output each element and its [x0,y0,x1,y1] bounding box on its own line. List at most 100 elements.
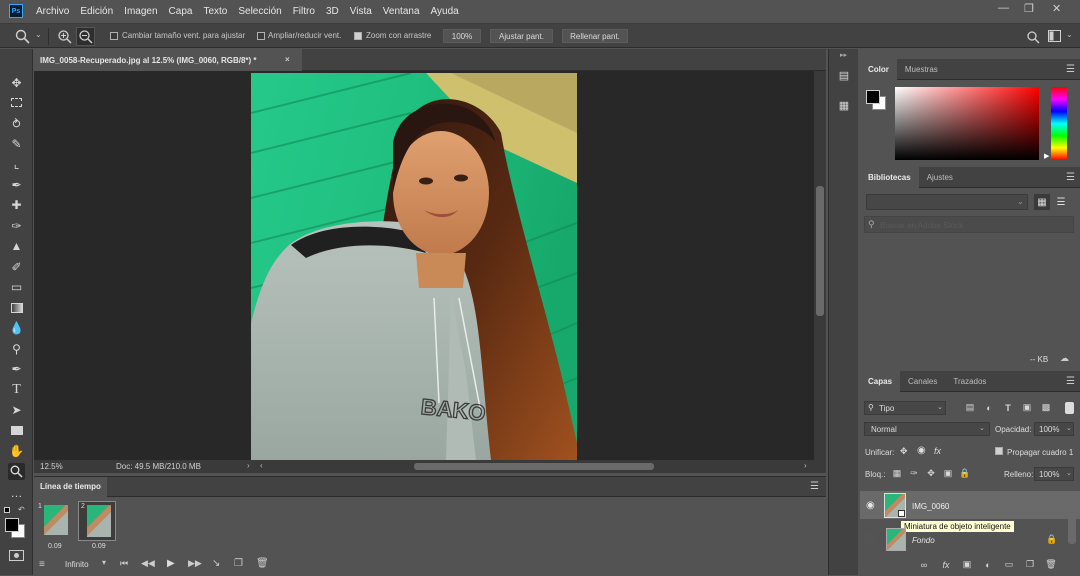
adjustment-filter-icon[interactable]: ◐ [982,401,996,414]
zoom-all-windows-checkbox[interactable] [257,32,265,40]
canvas-area[interactable]: BAKO [34,71,814,460]
new-layer-icon[interactable]: ❐ [1023,558,1037,571]
move-tool-icon[interactable]: ✥ [8,74,25,91]
opacity-input[interactable]: 100% ⌄ [1034,422,1074,436]
zoom-out-button[interactable] [76,27,95,46]
more-tools-icon[interactable]: … [8,484,25,501]
link-layers-icon[interactable]: ∞ [917,558,931,571]
vertical-scroll-thumb[interactable] [816,186,824,316]
document-canvas[interactable]: BAKO [251,73,577,460]
menu-3d[interactable]: 3D [321,6,345,17]
foreground-color-chip[interactable] [866,90,880,104]
collapse-dock-icon[interactable]: ▸▸ [840,51,847,59]
tab-color[interactable]: Color [860,58,897,80]
pixel-filter-icon[interactable]: ▤ [963,401,977,414]
default-colors-icon[interactable] [4,507,10,513]
timeline-menu-icon[interactable]: ☰ [810,481,819,492]
layer-row-img-0060[interactable]: ◉ IMG_0060 [860,491,1080,519]
properties-panel-icon[interactable]: ▦ [835,96,853,114]
menu-vista[interactable]: Vista [345,6,378,17]
blur-tool-icon[interactable]: 💧 [8,319,25,336]
cloud-sync-icon[interactable]: ☁ [1060,353,1069,364]
frame-delay[interactable]: 0.09 [92,543,106,550]
visibility-eye-icon[interactable]: ◉ [866,500,875,511]
chevron-down-icon[interactable]: ⌄ [35,30,42,39]
fill-screen-button[interactable]: Rellenar pant. [562,29,628,43]
loop-options[interactable]: Infinito [65,560,89,569]
previous-frame-icon[interactable]: ◀◀ [141,558,155,569]
add-layer-style-icon[interactable]: fx [939,558,953,571]
list-view-icon[interactable]: ☰ [1053,194,1069,210]
brush-tool-icon[interactable]: ✑ [8,217,25,234]
workspace-chevron-icon[interactable]: ⌄ [1066,30,1073,39]
lock-all-icon[interactable]: 🔒 [958,467,972,480]
path-selection-tool-icon[interactable]: ➤ [8,401,25,418]
convert-timeline-icon[interactable]: ≡ [39,559,45,570]
tab-channels[interactable]: Canales [900,371,945,392]
vertical-scrollbar[interactable] [814,71,826,460]
scroll-left-icon[interactable]: ‹ [260,461,263,470]
document-tab[interactable]: IMG_0058-Recuperado.jpg al 12.5% (IMG_00… [34,49,302,71]
shape-filter-icon[interactable]: ▣ [1020,401,1034,414]
unify-visibility-icon[interactable]: ◉ [917,445,926,456]
layer-thumbnail[interactable] [884,493,906,518]
workspace-icon[interactable] [1048,30,1062,43]
tab-libraries[interactable]: Bibliotecas [860,166,919,188]
new-group-icon[interactable]: ▭ [1002,558,1016,571]
timeline-tab[interactable]: Línea de tiempo [34,477,107,497]
loop-chevron-icon[interactable]: ▾ [102,558,106,567]
delete-frame-icon[interactable]: 🗑 [256,558,269,569]
status-menu-arrow-icon[interactable]: › [247,461,250,470]
restore-icon[interactable]: ❐ [1024,2,1034,15]
menu-imagen[interactable]: Imagen [119,6,163,17]
menu-capa[interactable]: Capa [164,6,199,17]
type-tool-icon[interactable]: T [8,381,25,398]
zoom-level-readout[interactable]: 12.5% [40,462,63,471]
layer-thumbnail[interactable] [886,528,906,551]
menu-filtro[interactable]: Filtro [288,6,321,17]
rectangle-tool-icon[interactable] [8,422,25,439]
stock-search-input[interactable]: ⚲ Buscar en Adobe Stock [864,216,1074,233]
quick-mask-icon[interactable] [9,550,24,561]
minimize-icon[interactable]: — [998,2,1009,14]
eyedropper-tool-icon[interactable]: ✒ [8,176,25,193]
horizontal-scroll-thumb[interactable] [414,463,654,470]
crop-tool-icon[interactable]: ⌞ [8,155,25,172]
filter-toggle[interactable] [1065,402,1074,414]
swap-colors-icon[interactable]: ↶ [18,505,25,514]
play-icon[interactable]: ▶ [167,558,175,569]
lock-pixels-icon[interactable]: ✑ [907,467,921,480]
animation-frame-1[interactable]: 1 0.09 [38,501,70,550]
layer-name[interactable]: IMG_0060 [912,502,949,511]
lock-artboard-icon[interactable]: ▣ [941,467,955,480]
search-icon[interactable] [1026,30,1040,44]
scrubby-zoom-checkbox[interactable] [354,32,362,40]
unify-position-icon[interactable]: ✥ [900,446,908,457]
hue-slider[interactable] [1051,87,1067,160]
delete-layer-icon[interactable]: 🗑 [1044,558,1058,571]
clone-stamp-tool-icon[interactable]: ▲ [8,237,25,254]
history-brush-tool-icon[interactable]: ✐ [8,258,25,275]
zoom-in-icon[interactable] [57,29,73,45]
duplicate-frame-icon[interactable]: ❐ [234,558,243,569]
hand-tool-icon[interactable]: ✋ [8,442,25,459]
hue-slider-marker-icon[interactable]: ▶ [1044,152,1049,160]
menu-ayuda[interactable]: Ayuda [426,6,465,17]
libraries-menu-icon[interactable]: ☰ [1066,172,1075,183]
close-icon[interactable]: ✕ [1052,2,1061,15]
smart-object-filter-icon[interactable]: ▩ [1039,401,1053,414]
menu-ventana[interactable]: Ventana [378,6,426,17]
blend-mode-select[interactable]: Normal ⌄ [864,422,990,436]
tab-adjustments[interactable]: Ajustes [919,167,961,188]
marquee-tool-icon[interactable] [8,94,25,111]
tween-icon[interactable]: ↘ [212,558,220,569]
layer-name[interactable]: Fondo [912,536,935,545]
tab-paths[interactable]: Trazados [945,371,994,392]
add-mask-icon[interactable]: ▣ [960,558,974,571]
zoom-tool-icon[interactable] [8,463,25,480]
unify-style-icon[interactable]: fx [934,446,941,456]
gradient-tool-icon[interactable] [8,299,25,316]
menu-edicion[interactable]: Edición [75,6,119,17]
new-adjustment-layer-icon[interactable]: ◐ [981,558,995,571]
fill-input[interactable]: 100% ⌄ [1034,467,1074,481]
